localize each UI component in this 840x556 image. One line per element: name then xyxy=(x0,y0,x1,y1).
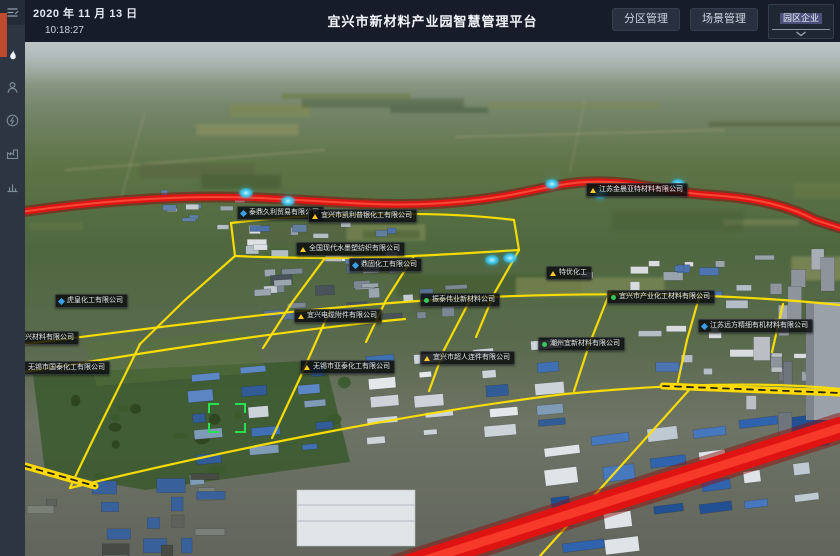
menu-icon xyxy=(5,5,20,20)
company-label[interactable]: 江苏远方精细有机材料有限公司 xyxy=(698,319,813,333)
person-icon xyxy=(5,80,20,95)
company-label[interactable]: 宜兴电缆附件有限公司 xyxy=(294,309,382,323)
blue-poi-icon xyxy=(352,261,359,268)
lightning-icon xyxy=(5,113,20,128)
yellow-poi-icon xyxy=(304,365,310,370)
scene-manage-button[interactable]: 场景管理 xyxy=(690,8,758,31)
yellow-poi-icon xyxy=(424,356,430,361)
company-label[interactable]: 无锡市亚泰化工有限公司 xyxy=(300,360,395,374)
green-poi-icon xyxy=(542,342,547,347)
company-label[interactable]: 无锡市国泰化工有限公司 xyxy=(25,361,110,375)
company-label[interactable]: 鼎固化工有限公司 xyxy=(349,258,422,272)
company-label-text: 宜兴电缆附件有限公司 xyxy=(307,312,377,320)
yellow-poi-icon xyxy=(300,247,306,252)
zone-manage-button[interactable]: 分区管理 xyxy=(612,8,680,31)
company-label-text: 宜兴市产业化工材料有限公司 xyxy=(619,293,710,301)
chevron-down-icon xyxy=(795,31,807,37)
sidebar-item-enterprise[interactable] xyxy=(0,141,25,166)
company-label[interactable]: 江苏金晨亚特材料有限公司 xyxy=(586,183,688,197)
company-label[interactable]: 全国现代水墨塑纺织有限公司 xyxy=(296,242,405,256)
company-label-text: 潮州宜新材料有限公司 xyxy=(550,340,620,348)
sidebar-item-personnel[interactable] xyxy=(0,75,25,100)
horizon-haze xyxy=(25,42,840,84)
vehicle-marker xyxy=(545,179,559,189)
sidebar-item-energy[interactable] xyxy=(0,108,25,133)
company-label-text: 振泰伟业新材料公司 xyxy=(432,296,495,304)
yellow-poi-icon xyxy=(312,214,318,219)
company-label[interactable]: 潮州宜新材料有限公司 xyxy=(538,337,625,351)
green-poi-icon xyxy=(424,298,429,303)
vehicle-marker xyxy=(239,188,253,198)
yellow-poi-icon xyxy=(550,271,556,276)
sidebar xyxy=(0,0,25,556)
company-label[interactable]: 宜兴市顺兴材料有限公司 xyxy=(25,331,79,345)
company-label-text: 特优化工 xyxy=(559,269,587,277)
sidebar-item-statistics[interactable] xyxy=(0,174,25,199)
company-label-text: 鼎固化工有限公司 xyxy=(361,261,417,269)
selection-bracket xyxy=(208,403,246,433)
factory-icon xyxy=(5,146,20,161)
bar-chart-icon xyxy=(5,179,20,194)
dropdown-divider xyxy=(772,29,830,30)
green-poi-icon xyxy=(611,295,616,300)
top-bar: 2020 年 11 月 13 日 10:18:27 宜兴市新材料产业园智慧管理平… xyxy=(25,0,840,42)
yellow-poi-icon xyxy=(298,314,304,319)
vehicle-marker xyxy=(485,255,499,265)
yellow-poi-icon xyxy=(590,188,596,193)
dropdown-selected-value: 园区企业 xyxy=(780,13,822,24)
company-label-text: 全国现代水墨塑纺织有限公司 xyxy=(309,245,400,253)
sidebar-item-alarm[interactable] xyxy=(0,43,25,68)
company-label-text: 江苏金晨亚特材料有限公司 xyxy=(599,186,683,194)
flame-icon xyxy=(6,49,20,63)
company-label-text: 宜兴市凯利普银化工有限公司 xyxy=(321,212,412,220)
company-label-text: 无锡市国泰化工有限公司 xyxy=(28,364,105,372)
header-actions: 分区管理 场景管理 园区企业 xyxy=(612,4,834,39)
vehicle-marker xyxy=(503,253,517,263)
company-label-text: 江苏远方精细有机材料有限公司 xyxy=(710,322,808,330)
company-label[interactable]: 振泰伟业新材料公司 xyxy=(420,293,500,307)
company-label-text: 宜兴市超人连件有限公司 xyxy=(433,354,510,362)
vehicle-marker xyxy=(281,196,295,206)
company-label[interactable]: 宜兴市凯利普银化工有限公司 xyxy=(308,209,417,223)
blue-poi-icon xyxy=(58,297,65,304)
company-label[interactable]: 虎皇化工有限公司 xyxy=(55,294,128,308)
park-enterprise-dropdown[interactable]: 园区企业 xyxy=(768,4,834,39)
company-label[interactable]: 宜兴市超人连件有限公司 xyxy=(420,351,515,365)
blue-poi-icon xyxy=(701,322,708,329)
company-label-text: 虎皇化工有限公司 xyxy=(67,297,123,305)
company-label[interactable]: 宜兴市产业化工材料有限公司 xyxy=(607,290,715,304)
map-3d-view[interactable]: 泰鼎久利贸易有限公司宜兴市凯利普银化工有限公司全国现代水墨塑纺织有限公司鼎固化工… xyxy=(25,42,840,556)
company-label-text: 宜兴市顺兴材料有限公司 xyxy=(25,334,74,342)
blue-poi-icon xyxy=(240,209,247,216)
company-label-text: 无锡市亚泰化工有限公司 xyxy=(313,363,390,371)
company-label[interactable]: 特优化工 xyxy=(546,266,592,280)
app-window: 2020 年 11 月 13 日 10:18:27 宜兴市新材料产业园智慧管理平… xyxy=(0,0,840,556)
